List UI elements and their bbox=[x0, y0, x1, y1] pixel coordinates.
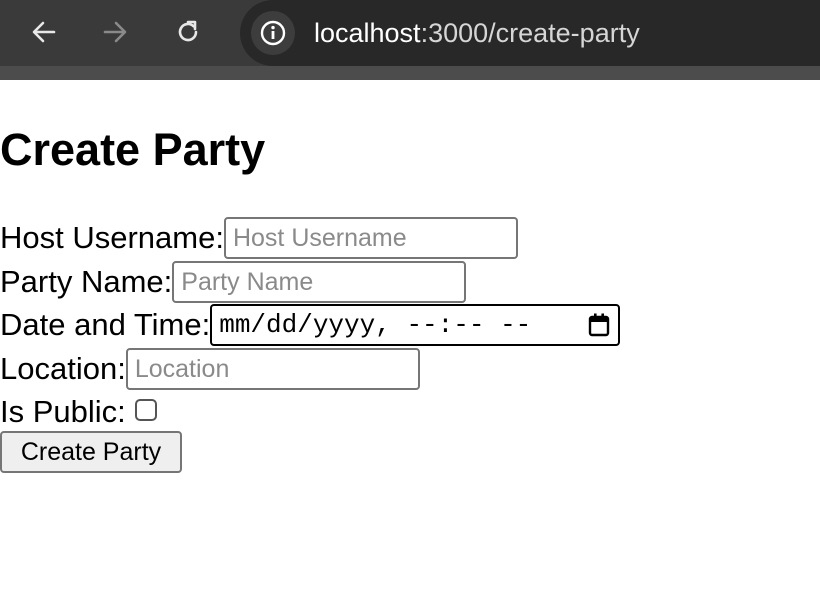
location-label: Location: bbox=[0, 351, 126, 386]
host-username-row: Host Username: bbox=[0, 216, 518, 260]
location-input[interactable] bbox=[125, 348, 420, 390]
reload-button[interactable] bbox=[168, 12, 208, 52]
page-content: Create Party Host Username: Party Name: … bbox=[0, 80, 820, 594]
forward-button[interactable] bbox=[95, 12, 135, 52]
date-time-input[interactable]: mm/dd/yyyy, --:-- -- bbox=[210, 304, 621, 346]
is-public-checkbox[interactable] bbox=[134, 399, 157, 421]
url-host: localhost bbox=[314, 18, 421, 48]
create-party-button[interactable]: Create Party bbox=[0, 431, 182, 473]
url-path: :3000/create-party bbox=[420, 18, 640, 48]
back-arrow-icon bbox=[32, 21, 56, 43]
back-button[interactable] bbox=[24, 12, 64, 52]
date-time-label: Date and Time: bbox=[0, 307, 211, 342]
toolbar-divider bbox=[0, 66, 820, 80]
info-icon bbox=[260, 20, 286, 46]
url-text[interactable]: localhost:3000/create-party bbox=[314, 17, 640, 49]
location-row: Location: bbox=[0, 347, 420, 391]
date-time-value: mm/dd/yyyy, --:-- -- bbox=[219, 310, 532, 340]
site-info-button[interactable] bbox=[251, 11, 295, 55]
party-name-row: Party Name: bbox=[0, 260, 467, 304]
host-username-label: Host Username: bbox=[0, 220, 224, 255]
host-username-input[interactable] bbox=[223, 217, 518, 259]
forward-arrow-icon bbox=[103, 21, 127, 43]
party-name-input[interactable] bbox=[172, 261, 467, 303]
page-title: Create Party bbox=[0, 124, 266, 175]
browser-toolbar: localhost:3000/create-party bbox=[0, 0, 820, 66]
address-bar[interactable]: localhost:3000/create-party bbox=[240, 0, 820, 66]
reload-icon bbox=[178, 20, 198, 42]
is-public-label: Is Public: bbox=[0, 394, 126, 429]
party-name-label: Party Name: bbox=[0, 264, 173, 299]
calendar-icon[interactable] bbox=[587, 312, 611, 338]
is-public-row: Is Public: bbox=[0, 390, 157, 434]
date-time-row: Date and Time: mm/dd/yyyy, --:-- -- bbox=[0, 303, 621, 347]
